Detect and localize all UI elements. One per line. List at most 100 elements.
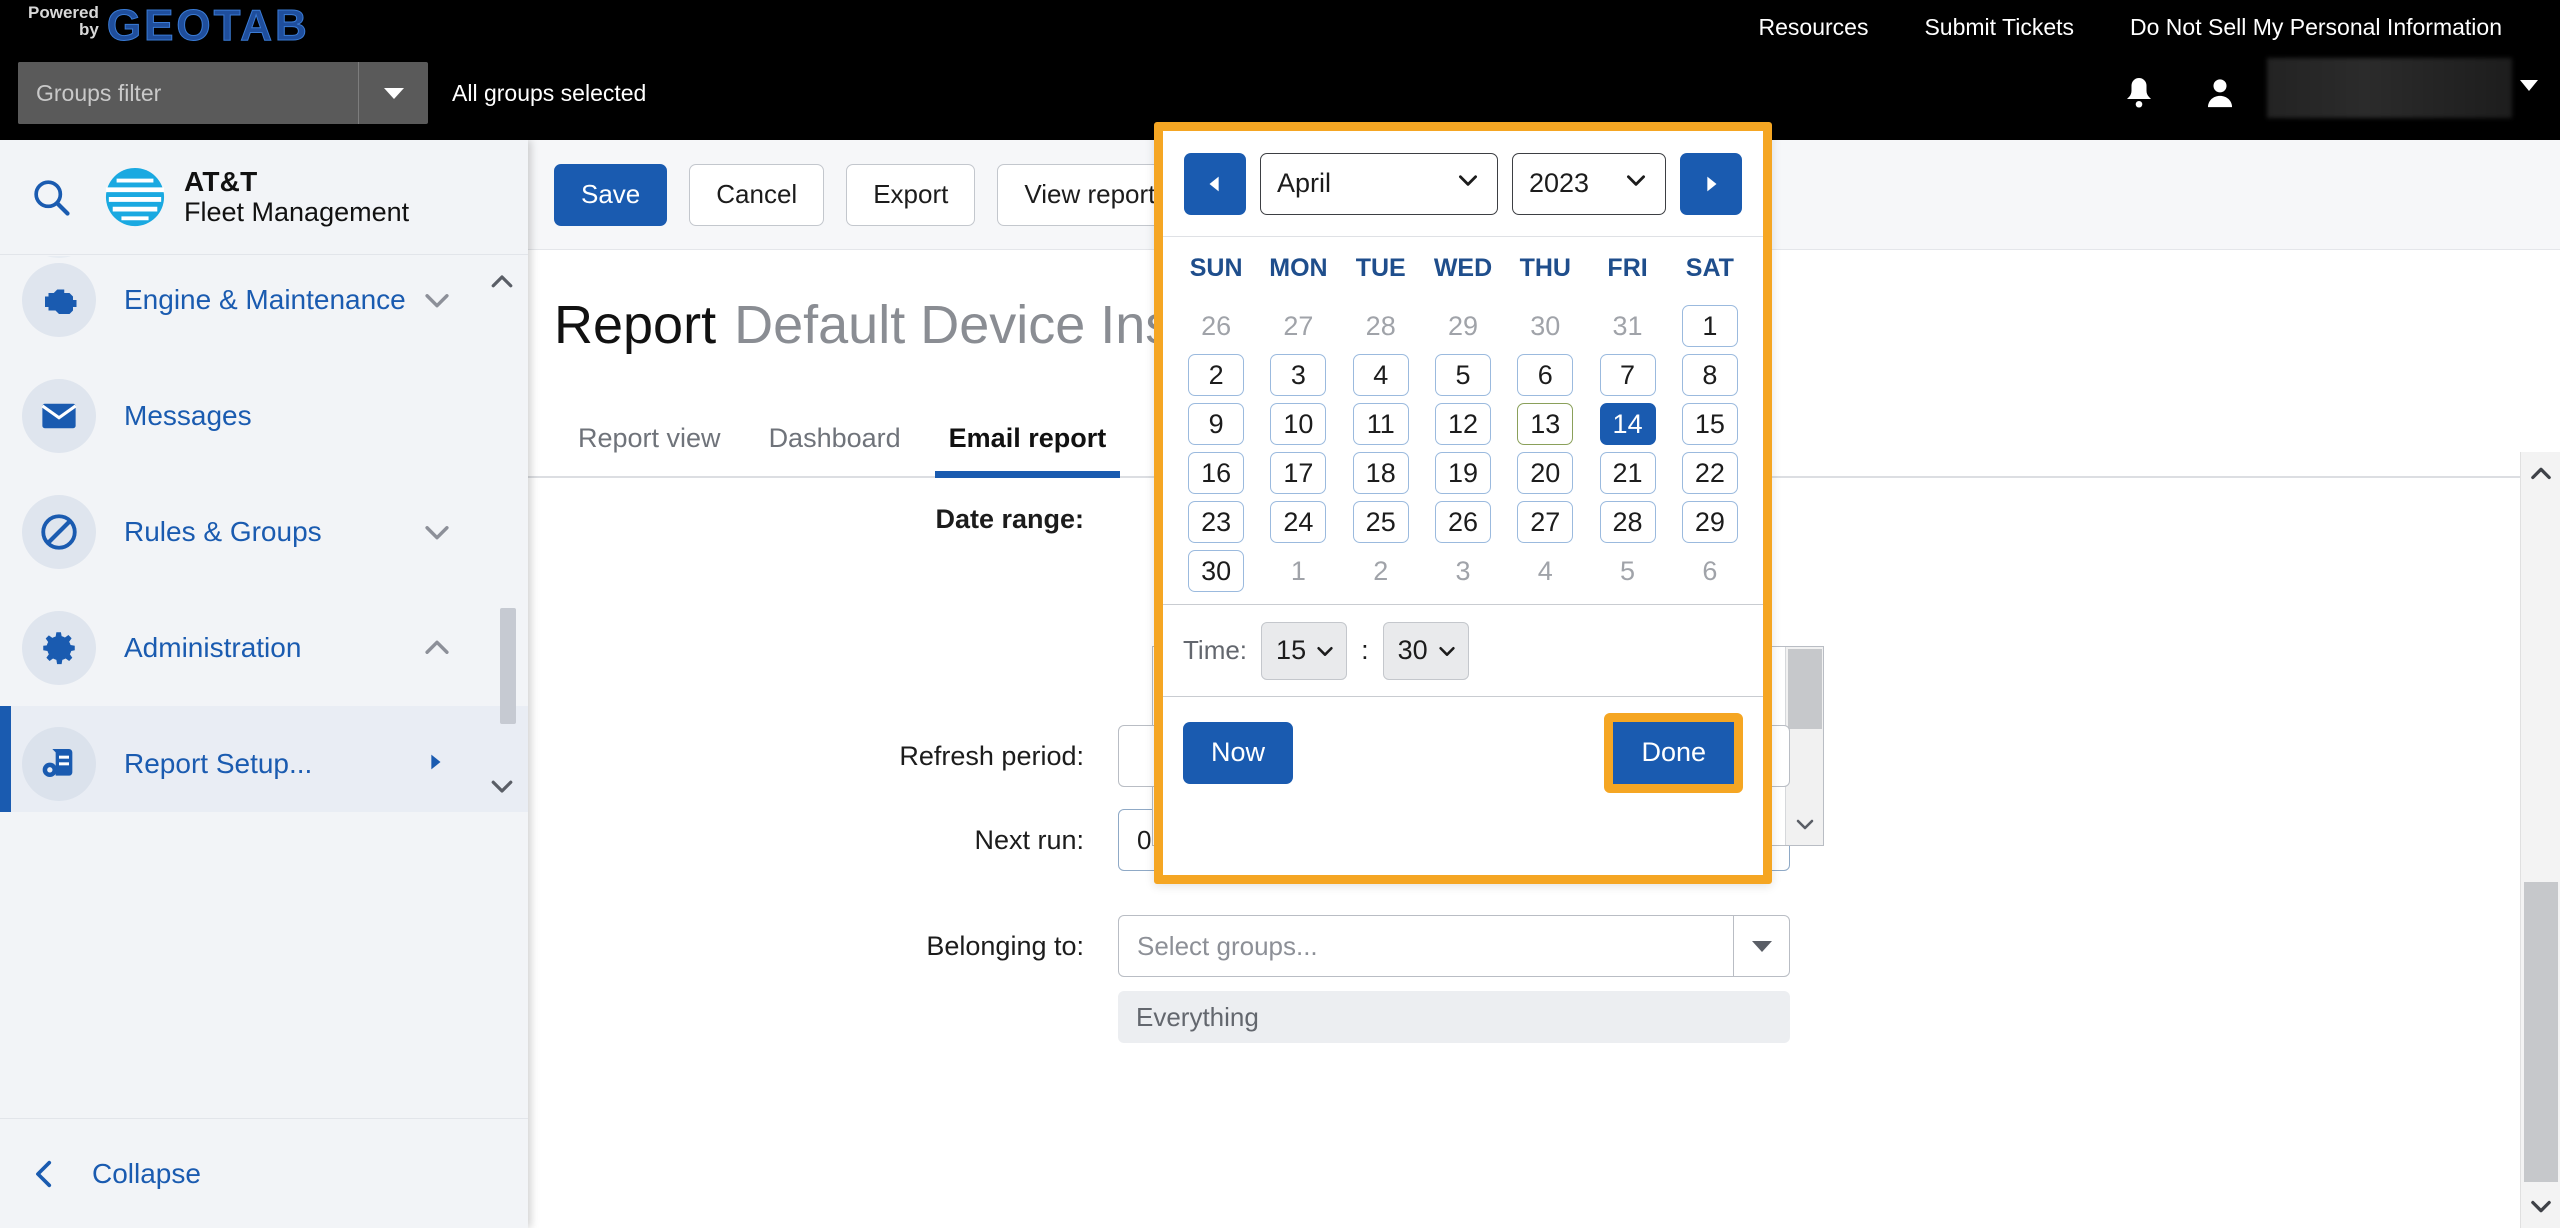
calendar-day-16[interactable]: 16 [1188,452,1245,494]
calendar-day-1[interactable]: 1 [1681,305,1738,347]
weekday-fri: FRI [1607,253,1648,282]
calendar-day-12[interactable]: 12 [1434,403,1491,445]
sidebar-scroll-down-button[interactable] [482,766,522,806]
save-button[interactable]: Save [554,163,668,226]
all-groups-selected-label: All groups selected [452,79,647,106]
sidebar-scroll-up-button[interactable] [482,262,522,302]
calendar-day-29[interactable]: 29 [1681,501,1738,543]
calendar-day-6-other-month: 6 [1702,555,1718,586]
date-picker-footer: Now Done [1163,696,1763,808]
sidebar-item-administration[interactable]: Administration [0,590,528,706]
calendar-day-11[interactable]: 11 [1352,403,1409,445]
sidebar-scrollbar-thumb[interactable] [500,608,516,724]
calendar-day-14-selected[interactable]: 14 [1599,403,1656,445]
att-fleet-management-logo: AT&T Fleet Management [104,166,409,228]
sidebar-item-label: Administration [124,632,302,663]
belonging-to-combobox[interactable]: Select groups... [1118,915,1790,977]
calendar-day-7[interactable]: 7 [1599,354,1656,396]
group-chip-everything[interactable]: Everything [1118,991,1790,1043]
hour-select[interactable]: 15 [1261,621,1348,680]
top-link-resources[interactable]: Resources [1731,14,1897,41]
calendar-day-10[interactable]: 10 [1270,403,1327,445]
calendar-cell: 29 [1422,303,1504,349]
calendar-day-24[interactable]: 24 [1270,501,1327,543]
calendar-day-26[interactable]: 26 [1434,501,1491,543]
chevron-down-icon[interactable] [420,283,454,317]
sidebar-item-engine-maintenance[interactable]: Engine & Maintenance [0,256,528,358]
calendar-day-17[interactable]: 17 [1270,452,1327,494]
calendar-day-22[interactable]: 22 [1681,452,1738,494]
minute-select[interactable]: 30 [1382,621,1469,680]
tab-report-view[interactable]: Report view [554,423,745,476]
done-button[interactable]: Done [1613,721,1734,784]
chevron-down-icon [491,780,513,793]
top-link-submit-tickets[interactable]: Submit Tickets [1896,14,2102,41]
calendar-cell: 21 [1586,450,1668,496]
groups-filter[interactable] [18,62,428,124]
arrow-right-icon[interactable] [424,751,446,778]
calendar-day-4[interactable]: 4 [1352,354,1409,396]
main-scrollbar-thumb[interactable] [2524,882,2558,1182]
sidebar-item-messages[interactable]: Messages [0,358,528,474]
previous-month-button[interactable] [1184,152,1246,215]
cancel-button[interactable]: Cancel [689,163,825,226]
year-select[interactable]: 2023 [1512,152,1666,215]
chevron-up-icon[interactable] [420,631,454,665]
calendar-day-21[interactable]: 21 [1599,452,1656,494]
calendar-day-28[interactable]: 28 [1599,501,1656,543]
groups-filter-input[interactable] [18,62,358,124]
listbox-scrollbar-thumb[interactable] [1788,649,1822,729]
main-scroll-up-button[interactable] [2521,454,2560,494]
calendar-day-2[interactable]: 2 [1188,354,1245,396]
user-menu-caret-icon[interactable] [2520,80,2538,91]
sidebar-item-rules-groups[interactable]: Rules & Groups [0,474,528,590]
calendar-day-3[interactable]: 3 [1270,354,1327,396]
tab-email-report[interactable]: Email report [925,423,1131,478]
calendar-cell: 16 [1175,450,1257,496]
top-header-bar: Powered by GEOTAB Resources Submit Ticket… [0,0,2560,140]
calendar-day-23[interactable]: 23 [1188,501,1245,543]
calendar-day-20[interactable]: 20 [1517,452,1574,494]
export-button[interactable]: Export [846,163,976,226]
chevron-down-icon[interactable] [420,515,454,549]
calendar-day-13-today[interactable]: 13 [1517,403,1574,445]
main-scrollbar[interactable] [2520,452,2560,1228]
listbox-scrollbar[interactable] [1785,647,1823,845]
chevron-down-icon [1455,167,1481,200]
top-link-do-not-sell[interactable]: Do Not Sell My Personal Information [2102,14,2530,41]
belonging-to-dropdown-button[interactable] [1733,916,1789,976]
sidebar-collapse-button[interactable]: Collapse [0,1118,528,1228]
date-picker-header: April 2023 [1163,131,1763,237]
calendar-day-18[interactable]: 18 [1352,452,1409,494]
calendar-cell: 1 [1257,548,1339,594]
tab-dashboard[interactable]: Dashboard [745,423,925,476]
notification-bell-button[interactable] [2108,62,2170,124]
active-indicator-bar [0,706,11,812]
report-setup-icon [42,749,73,777]
groups-filter-dropdown-button[interactable] [358,62,428,124]
calendar-day-27[interactable]: 27 [1517,501,1574,543]
calendar-day-15[interactable]: 15 [1681,403,1738,445]
calendar-day-6[interactable]: 6 [1517,354,1574,396]
sidebar-scrollbar[interactable] [491,256,522,812]
next-month-button[interactable] [1680,152,1742,215]
calendar-day-19[interactable]: 19 [1434,452,1491,494]
calendar-day-8[interactable]: 8 [1681,354,1738,396]
calendar-cell: 31 [1586,303,1668,349]
no-entry-icon-wrap [22,495,96,569]
calendar-cell: 1 [1669,303,1751,349]
month-select[interactable]: April [1260,152,1498,215]
main-scroll-down-button[interactable] [2521,1186,2560,1226]
listbox-scroll-down-button[interactable] [1786,807,1824,841]
chevron-down-icon [1623,167,1649,200]
sidebar-item-report-setup[interactable]: Report Setup... [0,706,528,812]
calendar-day-9[interactable]: 9 [1188,403,1245,445]
calendar-day-30[interactable]: 30 [1188,550,1245,592]
now-button[interactable]: Now [1183,721,1294,784]
user-avatar-button[interactable] [2195,62,2245,124]
calendar-day-5[interactable]: 5 [1434,354,1491,396]
engine-icon-wrap [22,263,96,337]
sidebar-search-button[interactable] [24,170,78,224]
weekday-sun: SUN [1189,253,1243,282]
calendar-day-25[interactable]: 25 [1352,501,1409,543]
